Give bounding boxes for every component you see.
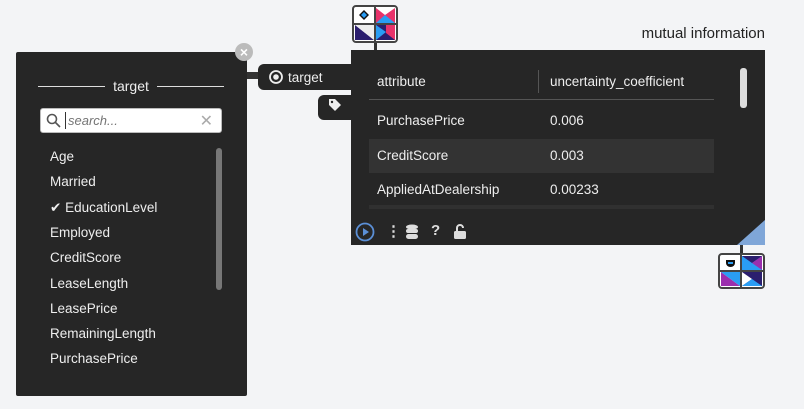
panel-title-text: target	[113, 78, 149, 94]
list-item[interactable]: ✔ EducationLevel	[50, 200, 157, 216]
list-item-label: PurchasePrice	[50, 351, 138, 367]
horizontal-scrollbar[interactable]	[369, 205, 714, 209]
column-divider	[538, 70, 539, 93]
list-item-label: EducationLevel	[65, 199, 158, 215]
list-item-label: Age	[50, 149, 75, 164]
list-item-label: RemainingLength	[50, 326, 156, 342]
target-selector-panel: target ✕ Age Married ✔ EducationLevel Emplo…	[16, 52, 247, 396]
list-item[interactable]: RemainingLength	[50, 326, 156, 341]
list-item[interactable]: Age	[50, 149, 74, 164]
cell-uncertainty: 0.00233	[550, 182, 599, 197]
cell-uncertainty: 0.006	[550, 113, 584, 128]
column-header-uncertainty[interactable]: uncertainty_coefficient	[550, 74, 684, 89]
close-icon[interactable]: ×	[235, 43, 253, 61]
tag-icon	[329, 99, 341, 111]
mutual-information-panel: attribute uncertainty_coefficient Purcha…	[351, 50, 765, 245]
cell-attribute: PurchasePrice	[377, 113, 465, 128]
list-item-label: LeasePrice	[50, 300, 118, 316]
target-port-label: target	[288, 69, 323, 85]
help-icon[interactable]: ?	[431, 222, 440, 239]
column-header-attribute[interactable]: attribute	[377, 74, 426, 89]
list-item[interactable]: Married	[50, 174, 96, 189]
search-input[interactable]	[65, 112, 198, 129]
list-item[interactable]: LeaseLength	[50, 276, 128, 291]
database-icon[interactable]	[405, 224, 419, 240]
list-item-label: Married	[50, 174, 96, 190]
widget-title: mutual information	[641, 25, 765, 42]
check-icon: ✔	[50, 199, 66, 215]
list-item-label: CreditScore	[50, 250, 122, 266]
more-icon[interactable]: ⋮	[386, 222, 401, 240]
panel-title: target	[38, 76, 224, 96]
list-item[interactable]: Employed	[50, 225, 110, 240]
cell-uncertainty: 0.003	[550, 147, 584, 163]
cell-attribute: CreditScore	[377, 147, 449, 163]
list-item-label: Employed	[50, 224, 111, 240]
list-item-label: LeaseLength	[50, 275, 129, 291]
list-item[interactable]: CreditScore	[50, 250, 121, 265]
list-item[interactable]: PurchasePrice	[50, 351, 138, 366]
resize-handle[interactable]	[737, 220, 765, 245]
target-icon	[269, 70, 283, 84]
scrollbar[interactable]	[216, 148, 222, 290]
widget-output-icon[interactable]	[718, 253, 765, 289]
matrix-widget-icon[interactable]	[352, 5, 398, 43]
header-divider	[369, 99, 714, 100]
play-icon[interactable]	[355, 222, 375, 242]
target-port[interactable]: target	[258, 64, 358, 90]
cell-attribute: AppliedAtDealership	[377, 182, 500, 197]
list-item[interactable]: LeasePrice	[50, 301, 118, 316]
search-box[interactable]: ✕	[40, 108, 222, 133]
clear-icon[interactable]: ✕	[200, 111, 213, 131]
scrollbar[interactable]	[740, 68, 747, 108]
search-icon	[46, 113, 61, 128]
unlock-icon[interactable]	[453, 224, 467, 240]
